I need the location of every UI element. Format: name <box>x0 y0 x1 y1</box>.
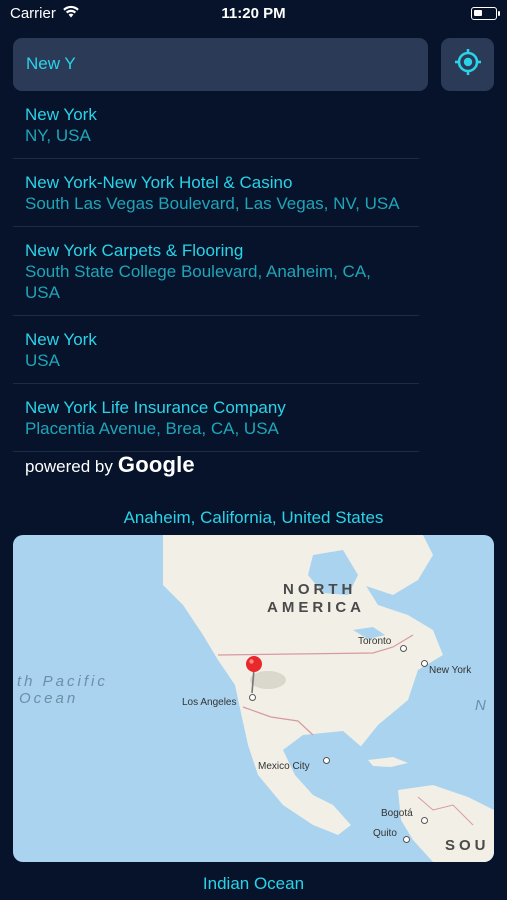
current-location-label: Anaheim, California, United States <box>123 508 384 527</box>
city-dot-bogota <box>421 817 428 824</box>
search-input[interactable]: New Y <box>13 38 428 91</box>
city-dot-mexico-city <box>323 757 330 764</box>
map-view[interactable]: NORTH AMERICA th Pacific Ocean N SOU Tor… <box>13 535 494 862</box>
status-bar: Carrier 11:20 PM <box>0 0 507 28</box>
list-item[interactable]: New York NY, USA <box>13 91 419 159</box>
result-subtitle: South Las Vegas Boulevard, Las Vegas, NV… <box>25 194 400 213</box>
powered-by-text: powered by <box>25 457 113 476</box>
result-title: New York Carpets & Flooring <box>25 241 244 260</box>
result-subtitle: South State College Boulevard, Anaheim, … <box>25 262 371 302</box>
status-time: 11:20 PM <box>221 5 286 22</box>
results-list: New York NY, USA New York-New York Hotel… <box>13 91 419 452</box>
result-title: New York Life Insurance Company <box>25 398 286 417</box>
result-subtitle: Placentia Avenue, Brea, CA, USA <box>25 419 279 438</box>
city-label-new-york: New York <box>429 665 472 676</box>
map-ocean-label-2: Ocean <box>19 690 79 707</box>
bottom-location-label: Indian Ocean <box>202 874 305 893</box>
map-region-south: SOU <box>445 837 490 854</box>
result-title: New York-New York Hotel & Casino <box>25 173 293 192</box>
result-title: New York <box>25 105 97 124</box>
battery-icon <box>471 7 500 20</box>
map-ocean-right: N <box>475 697 489 714</box>
map-land-caribbean <box>368 757 408 767</box>
map-ocean-label-1: th Pacific <box>17 673 108 690</box>
list-item[interactable]: New York-New York Hotel & Casino South L… <box>13 159 419 227</box>
city-label-los-angeles: Los Angeles <box>182 697 237 708</box>
map-region-north: NORTH <box>283 581 357 598</box>
locate-button[interactable] <box>441 38 494 91</box>
city-label-toronto: Toronto <box>358 636 392 647</box>
city-label-mexico-city: Mexico City <box>258 761 310 772</box>
map-region-america: AMERICA <box>267 599 365 616</box>
target-location-icon <box>454 48 482 81</box>
city-label-bogota: Bogotá <box>381 808 413 819</box>
battery-fill <box>474 10 482 16</box>
city-dot-new-york <box>421 660 428 667</box>
result-title: New York <box>25 330 97 349</box>
result-subtitle: USA <box>25 351 60 370</box>
powered-by-google: powered by Google <box>25 452 195 478</box>
list-item[interactable]: New York Carpets & Flooring South State … <box>13 227 419 316</box>
result-subtitle: NY, USA <box>25 126 91 145</box>
list-item[interactable]: New York Life Insurance Company Placenti… <box>13 384 419 452</box>
city-label-quito: Quito <box>373 828 397 839</box>
google-logo-text: Google <box>117 452 195 477</box>
list-item[interactable]: New York USA <box>13 316 419 384</box>
city-dot-quito <box>403 836 410 843</box>
city-dot-toronto <box>400 645 407 652</box>
